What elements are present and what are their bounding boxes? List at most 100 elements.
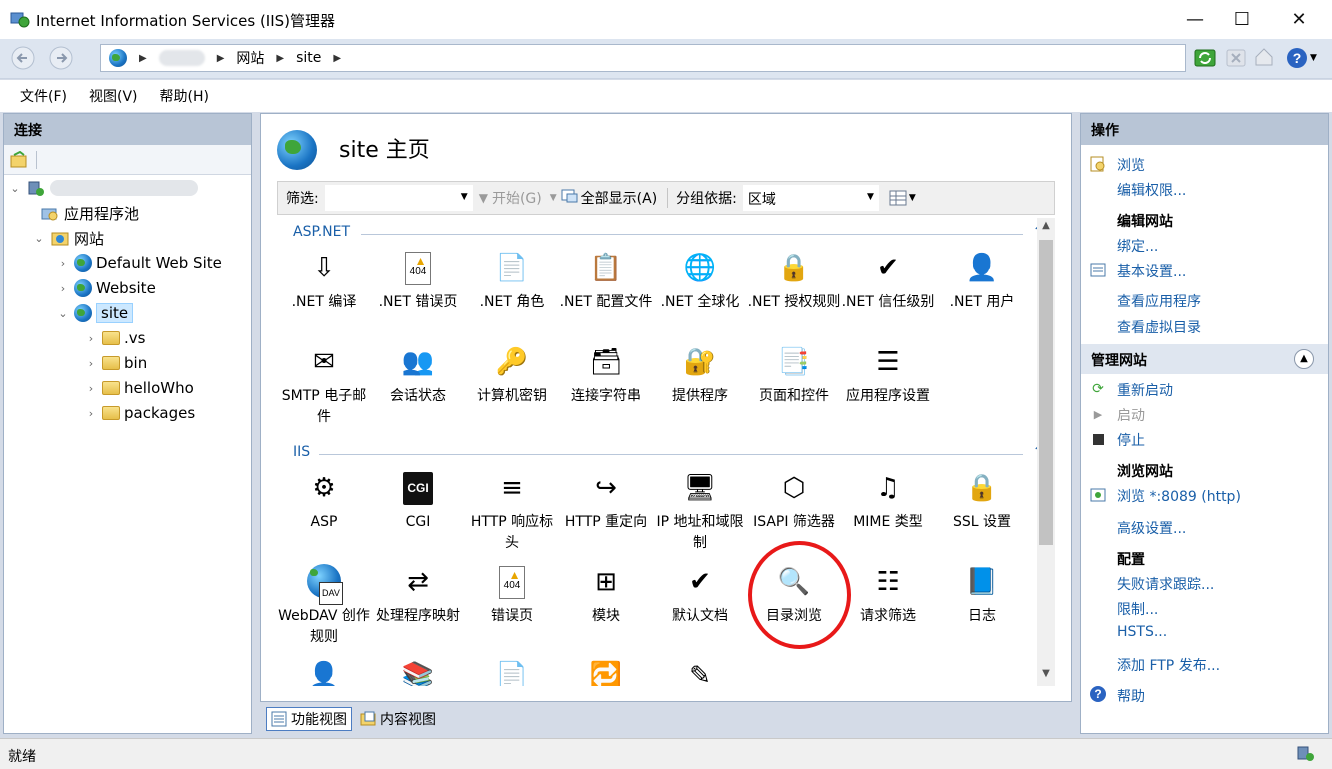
- feature-item[interactable]: ⇩ .NET 编译: [277, 248, 371, 313]
- menu-view[interactable]: 视图(V): [89, 86, 138, 106]
- feature-item[interactable]: ⊞ 模块: [559, 562, 653, 627]
- feature-item[interactable]: 🔒 SSL 设置: [935, 468, 1029, 533]
- menu-help[interactable]: 帮助(H): [160, 86, 209, 106]
- action-browse[interactable]: 浏览: [1117, 155, 1145, 175]
- feature-icon-partial[interactable]: 📄: [492, 656, 532, 686]
- blurred-server-name[interactable]: [50, 180, 198, 196]
- feature-item[interactable]: 📄 .NET 角色: [465, 248, 559, 313]
- feature-item[interactable]: 📘 日志: [935, 562, 1029, 627]
- maximize-button[interactable]: ☐: [1219, 0, 1265, 39]
- feature-item[interactable]: ☰ 应用程序设置: [841, 342, 935, 407]
- group-by-label: 分组依据:: [676, 191, 737, 207]
- feature-item[interactable]: ✉ SMTP 电子邮件: [277, 342, 371, 428]
- blurred-server-name[interactable]: [158, 50, 205, 66]
- feature-item[interactable]: ↪ HTTP 重定向: [559, 468, 653, 533]
- tree-default-site[interactable]: › Default Web Site: [56, 252, 222, 274]
- group-title: IIS: [293, 444, 311, 460]
- feature-item[interactable]: ⬡ ISAPI 筛选器: [747, 468, 841, 533]
- feature-item[interactable]: 🔒 .NET 授权规则: [747, 248, 841, 313]
- action-help[interactable]: 帮助: [1117, 686, 1145, 706]
- help-dropdown-button[interactable]: ? ▼: [1286, 46, 1322, 70]
- tree-folder-packages[interactable]: › packages: [84, 402, 195, 424]
- tab-features-view[interactable]: 功能视图: [266, 707, 352, 731]
- collapse-icon[interactable]: ▲: [1294, 349, 1314, 369]
- tree-website[interactable]: › Website: [56, 277, 156, 299]
- tree-sites[interactable]: ⌄ 网站: [32, 227, 104, 249]
- group-header-iis[interactable]: IIS⌃: [277, 444, 1037, 466]
- manage-site-bar[interactable]: 管理网站 ▲: [1081, 344, 1328, 374]
- feature-item[interactable]: 👥 会话状态: [371, 342, 465, 407]
- connect-button[interactable]: [10, 150, 28, 169]
- show-all-button[interactable]: 全部显示(A): [581, 188, 658, 208]
- feature-item[interactable]: ♫ MIME 类型: [841, 468, 935, 533]
- action-limits[interactable]: 限制...: [1117, 599, 1158, 619]
- feature-item[interactable]: 🖥 IP 地址和域限制: [653, 468, 747, 554]
- action-basic-settings[interactable]: 基本设置...: [1117, 261, 1186, 281]
- scroll-down-icon[interactable]: ▼: [1037, 668, 1055, 686]
- tree-label: 网站: [74, 229, 105, 248]
- start-button[interactable]: 开始(G): [492, 188, 542, 208]
- group-header-aspnet[interactable]: ASP.NET⌃: [277, 224, 1037, 246]
- action-browse-port[interactable]: 浏览 *:8089 (http): [1117, 486, 1241, 506]
- feature-item[interactable]: ▲ 404 错误页: [465, 562, 559, 627]
- feature-item[interactable]: 🔐 提供程序: [653, 342, 747, 407]
- feature-icon-partial[interactable]: 👤: [304, 656, 344, 686]
- address-bar[interactable]: ▶ ▶ 网站 ▶ site ▶: [100, 44, 1186, 72]
- tree-app-pools[interactable]: 应用程序池: [40, 202, 139, 224]
- home-button[interactable]: [1253, 46, 1275, 68]
- feature-item[interactable]: 👤 .NET 用户: [935, 248, 1029, 313]
- chevron-down-icon: ▼: [549, 193, 557, 203]
- feature-item[interactable]: CGI CGI: [371, 468, 465, 533]
- action-add-ftp[interactable]: 添加 FTP 发布...: [1117, 655, 1220, 675]
- action-advanced-settings[interactable]: 高级设置...: [1117, 518, 1186, 538]
- action-stop[interactable]: 停止: [1117, 430, 1145, 450]
- menu-file[interactable]: 文件(F): [20, 86, 67, 106]
- tree-site[interactable]: ⌄ site: [56, 302, 134, 324]
- feature-item[interactable]: DAV WebDAV 创作规则: [277, 562, 371, 648]
- filter-input[interactable]: ▼: [324, 185, 473, 211]
- tree-label: Website: [96, 279, 156, 297]
- action-edit-permissions[interactable]: 编辑权限...: [1117, 180, 1186, 200]
- breadcrumb-sites[interactable]: 网站: [236, 48, 264, 68]
- breadcrumb-site[interactable]: site: [296, 50, 321, 66]
- tree-folder-hellowho[interactable]: › helloWho: [84, 377, 194, 399]
- refresh-button[interactable]: [1194, 47, 1216, 69]
- feature-item[interactable]: ▲ 404 .NET 错误页: [371, 248, 465, 313]
- feature-item[interactable]: ☷ 请求筛选: [841, 562, 935, 627]
- stop-nav-button[interactable]: [1225, 47, 1247, 69]
- scroll-up-icon[interactable]: ▲: [1037, 220, 1055, 238]
- feature-item[interactable]: 🌐 .NET 全球化: [653, 248, 747, 313]
- view-mode-button[interactable]: ▼: [889, 190, 916, 206]
- feature-item[interactable]: 📑 页面和控件: [747, 342, 841, 407]
- feature-item[interactable]: ✔ .NET 信任级别: [841, 248, 935, 313]
- tree-server[interactable]: ⌄: [8, 177, 198, 199]
- scroll-thumb[interactable]: [1039, 240, 1053, 545]
- vertical-scrollbar[interactable]: ▲ ▼: [1037, 218, 1055, 686]
- feature-icon-partial[interactable]: 📚: [398, 656, 438, 686]
- feature-item[interactable]: ⚙ ASP: [277, 468, 371, 533]
- close-button[interactable]: ✕: [1276, 0, 1322, 39]
- feature-item[interactable]: ≡ HTTP 响应标头: [465, 468, 559, 554]
- collapsed-arrow-icon: ›: [88, 406, 94, 420]
- tab-content-view[interactable]: 内容视图: [356, 707, 440, 731]
- highlight-circle: [748, 541, 851, 649]
- action-bindings[interactable]: 绑定...: [1117, 236, 1158, 256]
- action-failed-request-tracing[interactable]: 失败请求跟踪...: [1117, 574, 1214, 594]
- back-button[interactable]: [8, 44, 38, 72]
- forward-button[interactable]: [46, 44, 76, 72]
- tree-folder-bin[interactable]: › bin: [84, 352, 147, 374]
- feature-item[interactable]: 🔑 计算机密钥: [465, 342, 559, 407]
- feature-icon-partial[interactable]: 🔁: [586, 656, 626, 686]
- action-view-applications[interactable]: 查看应用程序: [1117, 291, 1201, 311]
- feature-icon-partial[interactable]: ✎: [680, 656, 720, 686]
- group-by-select[interactable]: 区域 ▼: [742, 185, 879, 211]
- minimize-button[interactable]: —: [1172, 0, 1218, 39]
- feature-item[interactable]: 🗃 连接字符串: [559, 342, 653, 407]
- action-view-virtual-dirs[interactable]: 查看虚拟目录: [1117, 317, 1201, 337]
- tree-folder-vs[interactable]: › .vs: [84, 327, 146, 349]
- feature-item[interactable]: ✔ 默认文档: [653, 562, 747, 627]
- feature-item[interactable]: 📋 .NET 配置文件: [559, 248, 653, 313]
- feature-item[interactable]: ⇄ 处理程序映射: [371, 562, 465, 627]
- action-hsts[interactable]: HSTS...: [1117, 624, 1167, 640]
- action-restart[interactable]: 重新启动: [1117, 380, 1173, 400]
